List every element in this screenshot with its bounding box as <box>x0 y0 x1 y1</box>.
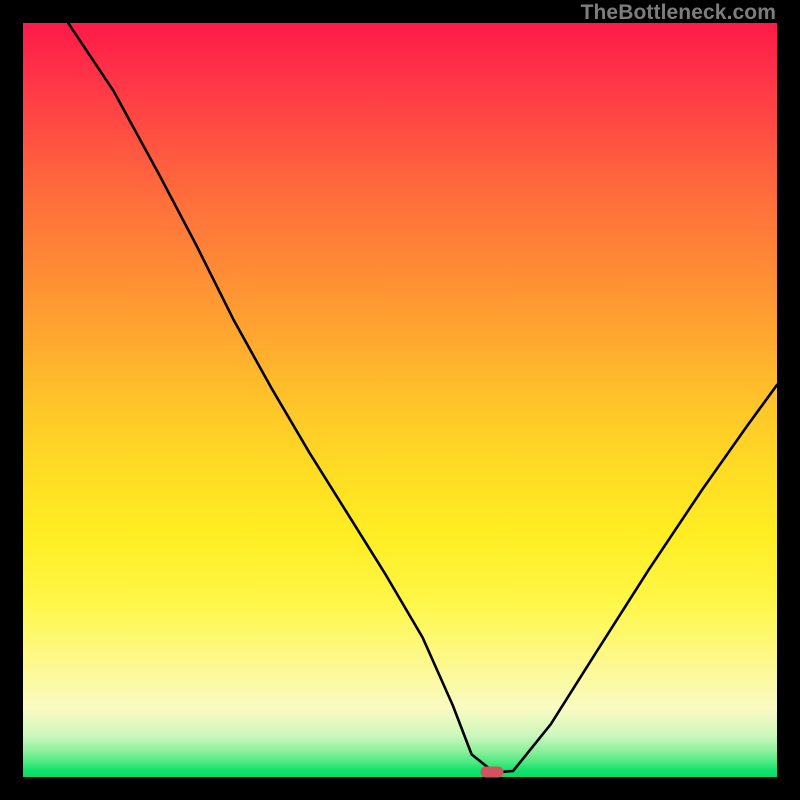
watermark-text: TheBottleneck.com <box>581 1 776 25</box>
bottleneck-curve <box>23 23 777 777</box>
optimal-marker <box>480 767 503 778</box>
plot-area <box>23 23 777 777</box>
chart-frame: TheBottleneck.com <box>0 0 800 800</box>
